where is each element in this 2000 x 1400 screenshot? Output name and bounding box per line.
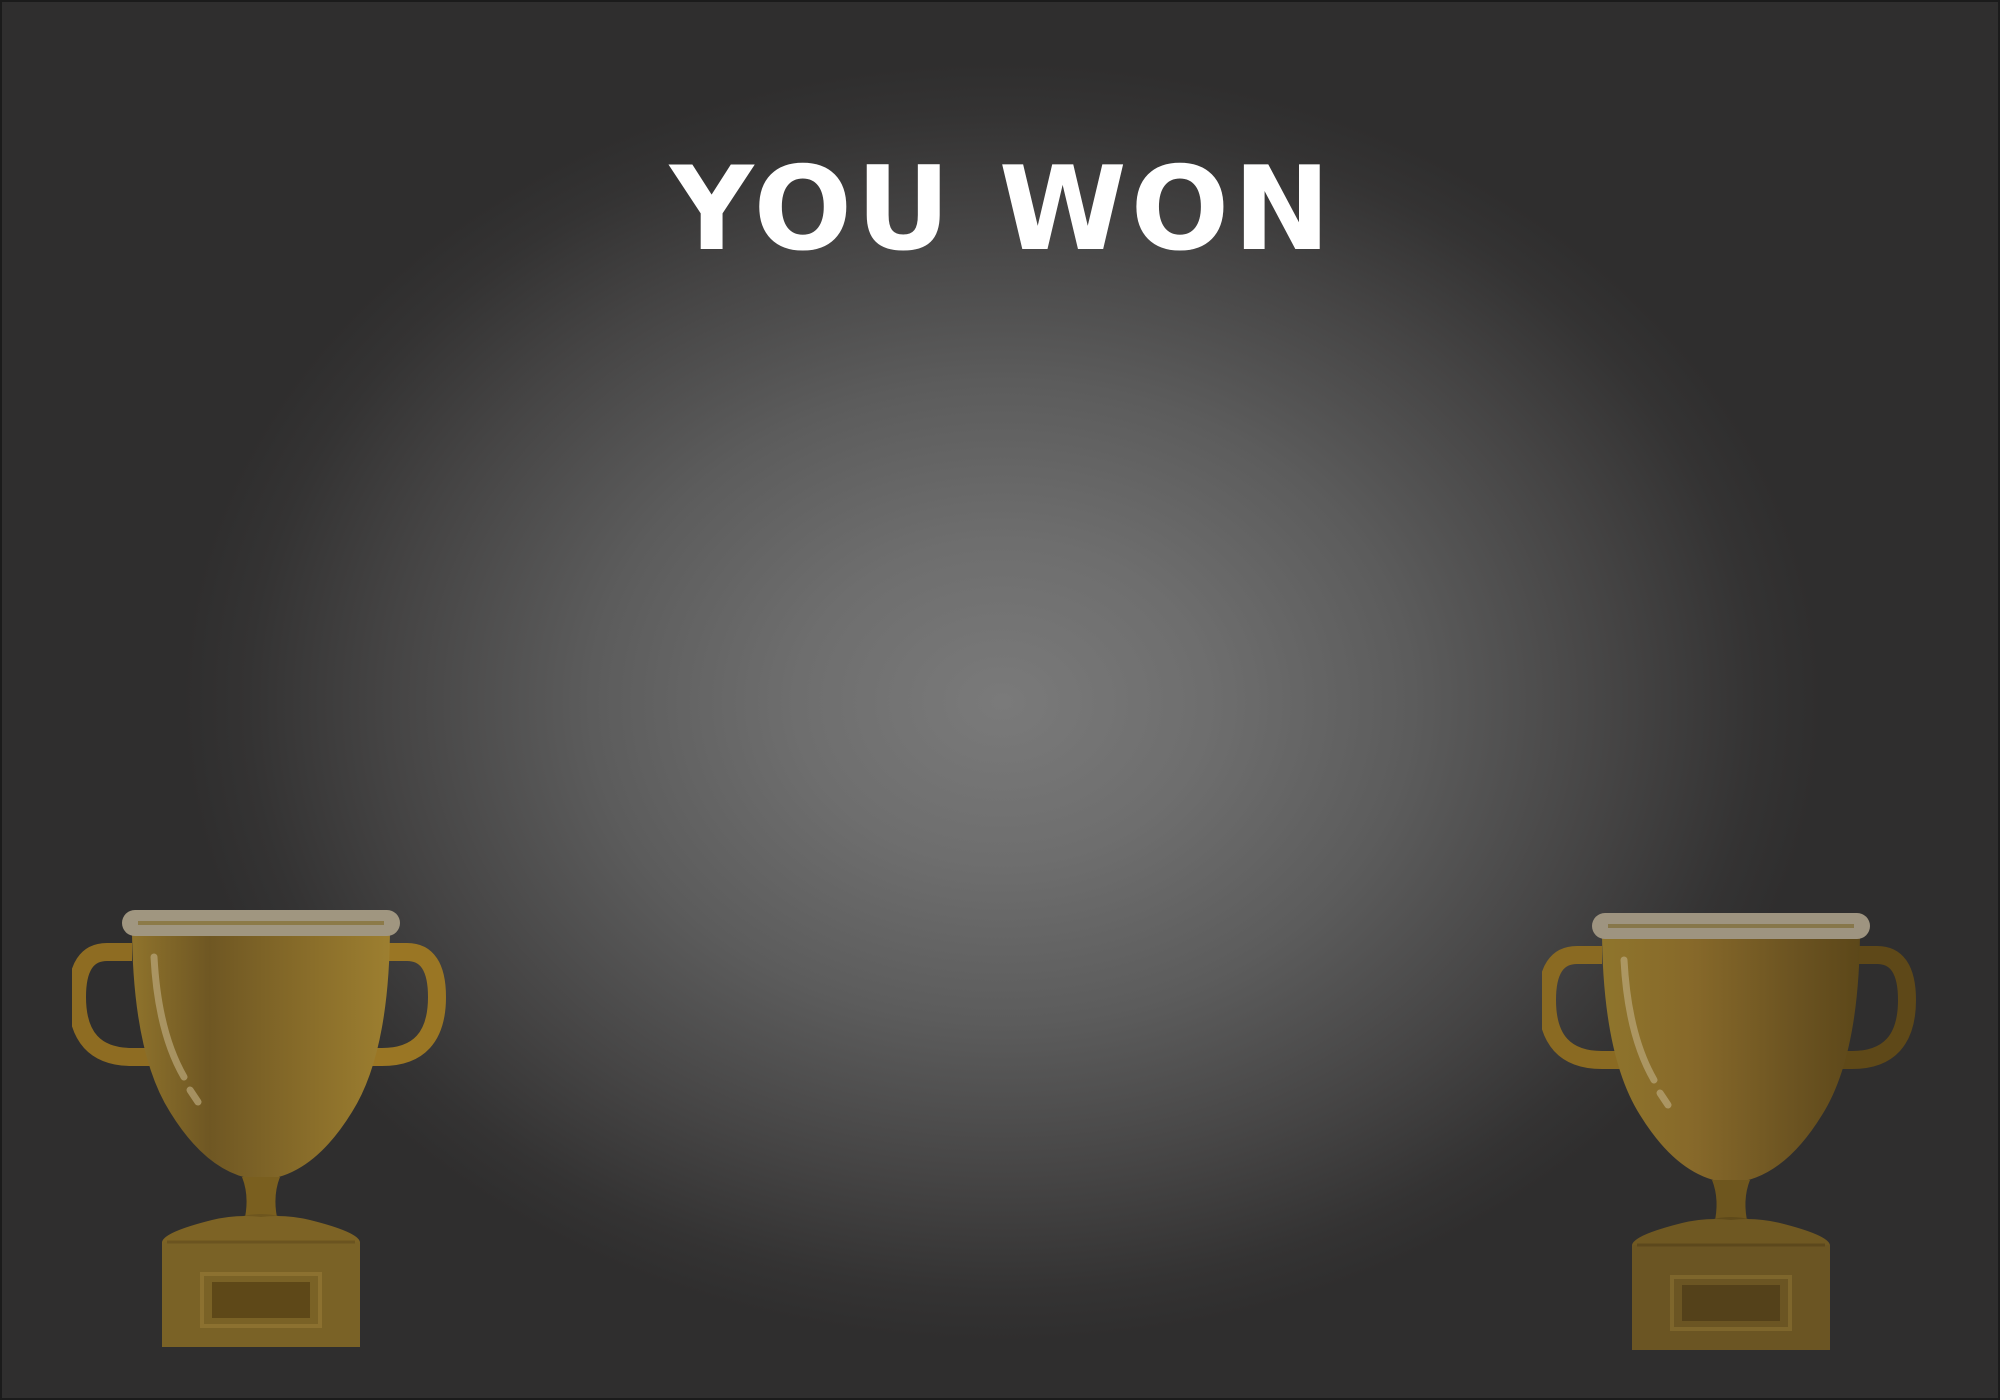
trophy-icon: [1542, 905, 1922, 1355]
win-title: YOU WON: [669, 142, 1335, 277]
win-screen: YOU WON: [0, 0, 2000, 1400]
trophy-icon: [72, 902, 452, 1352]
